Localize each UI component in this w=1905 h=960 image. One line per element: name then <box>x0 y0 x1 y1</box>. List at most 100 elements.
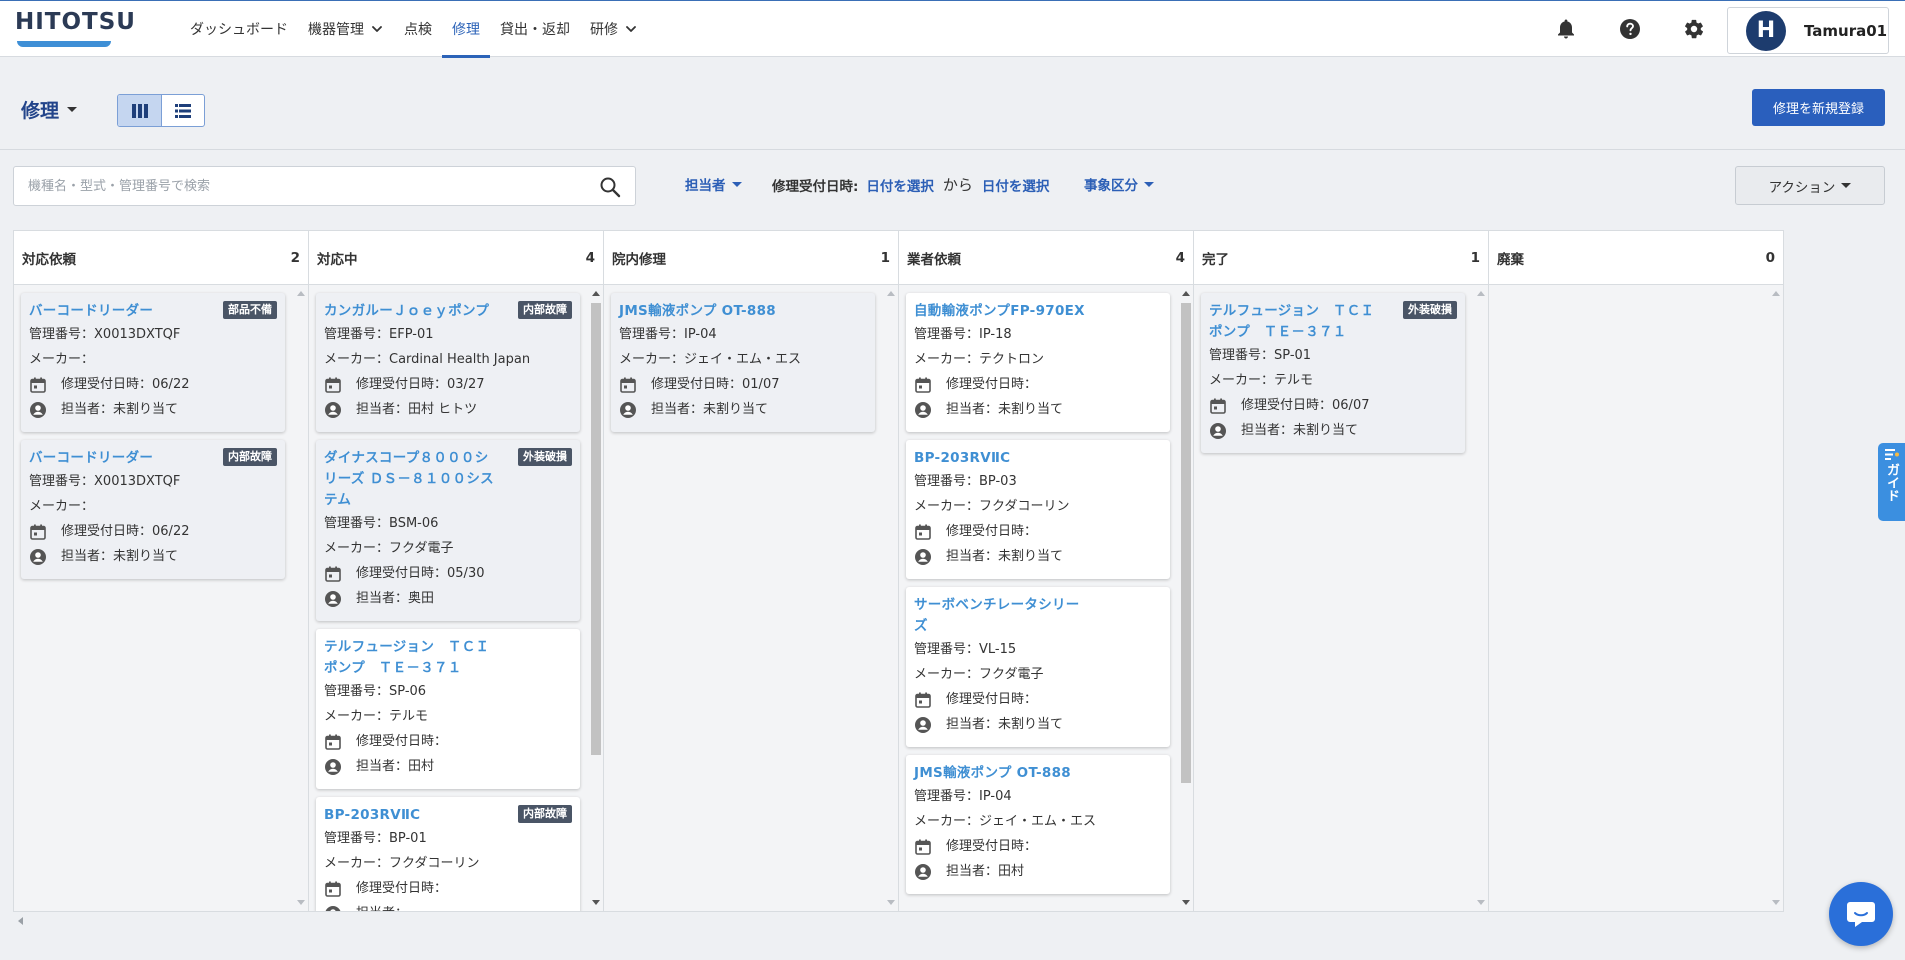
scroll-up-arrow[interactable] <box>297 291 305 296</box>
category-filter[interactable]: 事象区分 <box>1084 174 1154 194</box>
repair-card[interactable]: ダイナスコープ８０００シリーズ ＤＳ－８１００システム 外装破損 管理番号： BSM-… <box>316 440 580 621</box>
assignee-value: 未割り当て <box>1293 423 1359 438</box>
repair-card[interactable]: カンガルーＪｏｅｙポンプ 内部故障 管理番号： EFP-01 メーカー： Cardinal… <box>316 293 580 432</box>
nav-label: 機器管理 <box>308 22 364 38</box>
scroll-down-arrow[interactable] <box>887 900 895 905</box>
repair-card[interactable]: テルフュージョン ＴＣＩポンプ ＴＥ－３７１ 外装破損 管理番号： SP-01 メーカー… <box>1201 293 1465 453</box>
repair-card[interactable]: BP-203RVⅡC 管理番号： BP-03 メーカー： フクダコーリン 修理受付日時：担… <box>906 440 1170 579</box>
assignee-filter[interactable]: 担当者 <box>685 174 742 194</box>
card-title-link[interactable]: サーボベンチレータシリーズ <box>914 595 1162 637</box>
search-input[interactable] <box>14 167 574 205</box>
repair-card[interactable]: JMS輸液ポンプ OT-888 管理番号： IP-04 メーカー： ジェイ・エム・エス修… <box>611 293 875 432</box>
nav-repair[interactable]: 修理 <box>442 1 490 58</box>
assignee-value: 未割り当て <box>998 402 1064 417</box>
date-label: 修理受付日時： <box>946 839 1038 854</box>
calendar-icon <box>915 377 931 393</box>
repair-card[interactable]: テルフュージョン ＴＣＩポンプ ＴＥ－３７１ 管理番号： SP-06 メーカー： テルモ… <box>316 629 580 789</box>
column-scrollbar[interactable] <box>1476 291 1486 905</box>
card-mgmt: 管理番号： BSM-06 <box>324 511 572 536</box>
column-scrollbar[interactable] <box>1181 291 1191 905</box>
assignee-label: 担当者： <box>946 864 999 879</box>
column-body[interactable]: JMS輸液ポンプ OT-888 管理番号： IP-04 メーカー： ジェイ・エム・エス修… <box>604 285 898 911</box>
scroll-down-arrow[interactable] <box>297 900 305 905</box>
chat-icon <box>1847 902 1875 927</box>
card-maker: メーカー： ジェイ・エム・エス <box>619 347 867 372</box>
card-maker: メーカー： テルモ <box>324 704 572 729</box>
card-date: 修理受付日時： <box>324 729 572 754</box>
repair-card[interactable]: バーコードリーダー 内部故障 管理番号： X0013DXTQF メーカー： 修理受付日時：… <box>21 440 285 579</box>
scroll-up-arrow[interactable] <box>1477 291 1485 296</box>
column-body[interactable]: バーコードリーダー 部品不備 管理番号： X0013DXTQF メーカー： 修理受付日時：… <box>14 285 308 911</box>
column-body[interactable]: カンガルーＪｏｅｙポンプ 内部故障 管理番号： EFP-01 メーカー： Cardinal… <box>309 285 603 911</box>
list-view-button[interactable] <box>161 95 204 126</box>
status-badge: 内部故障 <box>518 301 572 319</box>
card-assignee: 担当者： 田村 <box>914 859 1162 884</box>
column-scrollbar[interactable] <box>591 291 601 905</box>
nav-equipment[interactable]: 機器管理 <box>298 1 394 57</box>
maker-value: フクダ電子 <box>389 541 454 556</box>
scroll-down-arrow[interactable] <box>1772 900 1780 905</box>
action-label: アクション <box>1768 179 1836 196</box>
search-icon[interactable] <box>599 176 621 198</box>
column-body[interactable] <box>1489 285 1783 911</box>
nav-dashboard[interactable]: ダッシュボード <box>180 1 298 57</box>
scroll-up-arrow[interactable] <box>1772 291 1780 296</box>
bell-icon[interactable] <box>1553 16 1579 42</box>
scroll-up-arrow[interactable] <box>592 291 600 296</box>
column-body[interactable]: テルフュージョン ＴＣＩポンプ ＴＥ－３７１ 外装破損 管理番号： SP-01 メーカー… <box>1194 285 1488 911</box>
card-title-link[interactable]: JMS輸液ポンプ OT-888 <box>914 763 1162 784</box>
user-menu-button[interactable]: H Tamura01 <box>1727 7 1889 54</box>
column-title: 対応依頼 <box>22 251 76 268</box>
scroll-thumb[interactable] <box>1181 303 1191 783</box>
guide-tab[interactable]: ガイド <box>1878 443 1905 521</box>
column-count: 1 <box>880 249 890 266</box>
card-title-link[interactable]: JMS輸液ポンプ OT-888 <box>619 301 867 322</box>
chat-button[interactable] <box>1829 882 1893 946</box>
card-date: 修理受付日時： 06/22 <box>29 372 277 397</box>
repair-card[interactable]: バーコードリーダー 部品不備 管理番号： X0013DXTQF メーカー： 修理受付日時：… <box>21 293 285 432</box>
scroll-up-arrow[interactable] <box>887 291 895 296</box>
assignee-label: 担当者： <box>61 402 114 417</box>
card-title-link[interactable]: 自動輸液ポンプFP-970EX <box>914 301 1162 322</box>
card-date: 修理受付日時： <box>914 687 1162 712</box>
column-scrollbar[interactable] <box>1771 291 1781 905</box>
date-from-link[interactable]: 日付を選択 <box>866 175 934 195</box>
scroll-down-arrow[interactable] <box>1182 900 1190 905</box>
app-logo[interactable]: HITOTSU <box>15 9 136 47</box>
scroll-down-arrow[interactable] <box>1477 900 1485 905</box>
new-repair-button[interactable]: 修理を新規登録 <box>1752 89 1885 126</box>
scroll-left-arrow[interactable] <box>18 917 23 925</box>
card-date: 修理受付日時： 05/30 <box>324 561 572 586</box>
divider <box>0 149 1905 150</box>
board-view-button[interactable] <box>118 95 161 126</box>
date-to-link[interactable]: 日付を選択 <box>982 175 1050 195</box>
column-body[interactable]: 自動輸液ポンプFP-970EX 管理番号： IP-18 メーカー： テクトロン 修理受付日… <box>899 285 1193 911</box>
assignee-label: 担当者： <box>356 591 409 606</box>
date-value: 03/27 <box>447 377 485 392</box>
nav-training[interactable]: 研修 <box>580 1 648 57</box>
assignee-filter-label: 担当者 <box>685 178 726 194</box>
scroll-up-arrow[interactable] <box>1182 291 1190 296</box>
top-header: HITOTSU ダッシュボード 機器管理 点検 修理 貸出・返却 研修 H Tamura0… <box>0 0 1905 58</box>
status-badge: 内部故障 <box>223 448 277 466</box>
column-header: 業者依頼 4 <box>899 231 1193 285</box>
gear-icon[interactable] <box>1681 16 1707 42</box>
help-icon[interactable] <box>1617 16 1643 42</box>
column-scrollbar[interactable] <box>886 291 896 905</box>
card-assignee: 担当者： <box>324 901 572 911</box>
repair-card[interactable]: BP-203RVⅡC 内部故障 管理番号： BP-01 メーカー： フクダコーリン 修理受付… <box>316 797 580 911</box>
repair-card[interactable]: サーボベンチレータシリーズ 管理番号： VL-15 メーカー： フクダ電子 修理受付日時：… <box>906 587 1170 747</box>
card-title-link[interactable]: BP-203RVⅡC <box>914 448 1162 469</box>
page-title-dropdown[interactable]: 修理 <box>21 96 78 123</box>
maker-value: テルモ <box>1274 373 1314 388</box>
assignee-label: 担当者： <box>356 901 408 911</box>
scroll-thumb[interactable] <box>591 303 601 755</box>
scroll-down-arrow[interactable] <box>592 900 600 905</box>
repair-card[interactable]: JMS輸液ポンプ OT-888 管理番号： IP-04 メーカー： ジェイ・エム・エス修… <box>906 755 1170 894</box>
repair-card[interactable]: 自動輸液ポンプFP-970EX 管理番号： IP-18 メーカー： テクトロン 修理受付日… <box>906 293 1170 432</box>
column-scrollbar[interactable] <box>296 291 306 905</box>
nav-lending[interactable]: 貸出・返却 <box>490 1 580 57</box>
action-dropdown-button[interactable]: アクション <box>1735 166 1885 205</box>
card-title-link[interactable]: テルフュージョン ＴＣＩポンプ ＴＥ－３７１ <box>324 637 572 679</box>
nav-inspection[interactable]: 点検 <box>394 1 442 57</box>
